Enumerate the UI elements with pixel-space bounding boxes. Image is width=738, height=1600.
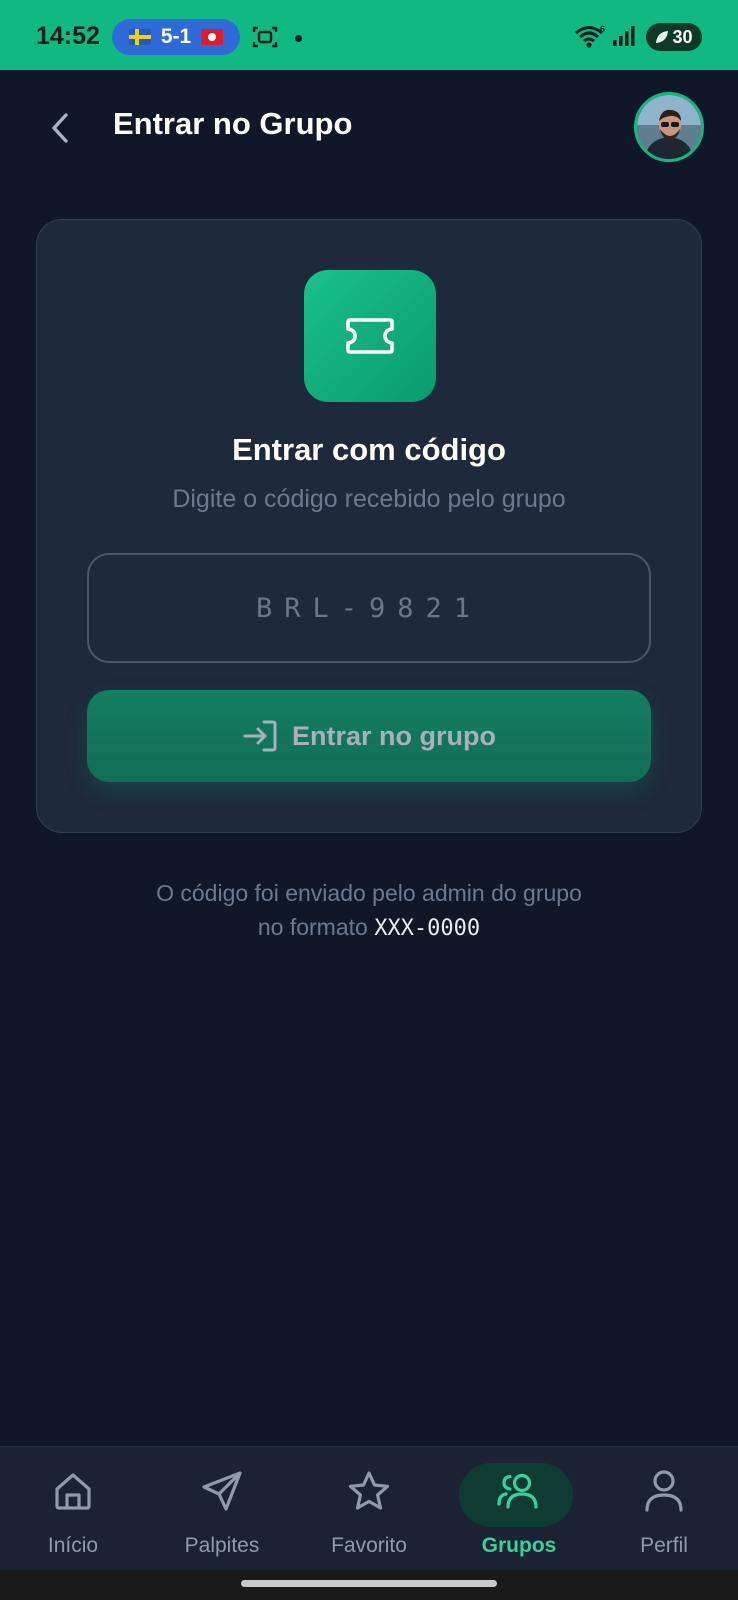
wifi-badge: 6 [600, 24, 605, 34]
star-icon [348, 1471, 390, 1510]
chevron-left-icon [52, 113, 68, 143]
home-indicator[interactable] [241, 1580, 497, 1587]
join-code-card: Entrar com código Digite o código recebi… [36, 219, 702, 833]
back-button[interactable] [40, 106, 80, 150]
live-score-pill[interactable]: 5-1 [112, 19, 240, 55]
user-photo [637, 95, 701, 159]
nav-label-favorito: Favorito [331, 1534, 407, 1557]
nav-item-grupos[interactable]: Grupos [449, 1447, 589, 1571]
avatar[interactable] [634, 92, 704, 162]
bottom-nav: Início Palpites Favorito Grupos Perfil [0, 1446, 738, 1571]
system-nav-area [0, 1570, 738, 1600]
status-time: 14:52 [36, 22, 100, 50]
nav-item-palpites[interactable]: Palpites [152, 1447, 292, 1571]
live-score: 5-1 [160, 25, 192, 48]
login-icon [243, 720, 277, 752]
hint-line-1: O código foi enviado pelo admin do grupo [156, 880, 582, 906]
battery-level: 30 [672, 26, 693, 47]
card-subtitle: Digite o código recebido pelo grupo [172, 485, 566, 513]
nav-item-favorito[interactable]: Favorito [299, 1447, 439, 1571]
sweden-flag-icon [128, 29, 151, 45]
hint-code-format: XXX-0000 [374, 916, 481, 941]
leaf-icon [656, 31, 669, 43]
page-title: Entrar no Grupo [113, 106, 353, 141]
nav-item-perfil[interactable]: Perfil [594, 1447, 734, 1571]
nav-label-inicio: Início [47, 1534, 99, 1557]
hint-line-2: no formato XXX-0000 [0, 910, 738, 946]
users-icon [497, 1473, 538, 1509]
card-title: Entrar com código [232, 432, 506, 467]
send-icon [202, 1471, 242, 1511]
wifi-icon: 6 [575, 24, 605, 48]
nav-label-perfil: Perfil [640, 1534, 688, 1557]
join-group-button[interactable]: Entrar no grupo [87, 690, 651, 782]
status-bar: 14:52 5-1 6 30 [0, 0, 738, 70]
nav-label-grupos: Grupos [481, 1534, 557, 1557]
ticket-tile [304, 270, 436, 402]
screenshot-icon [252, 26, 278, 48]
tunisia-flag-icon [201, 29, 224, 45]
user-icon [645, 1470, 683, 1512]
group-code-input[interactable] [87, 553, 651, 663]
hint-prefix: no formato [257, 914, 375, 940]
code-hint: O código foi enviado pelo admin do grupo… [0, 876, 738, 946]
nav-label-palpites: Palpites [184, 1534, 260, 1557]
ticket-icon [346, 318, 394, 354]
join-group-button-label: Entrar no grupo [292, 720, 496, 751]
nav-item-inicio[interactable]: Início [3, 1447, 143, 1571]
notification-dot [295, 35, 302, 42]
home-icon [55, 1473, 91, 1510]
battery-indicator: 30 [646, 23, 702, 51]
signal-icon [613, 26, 635, 46]
